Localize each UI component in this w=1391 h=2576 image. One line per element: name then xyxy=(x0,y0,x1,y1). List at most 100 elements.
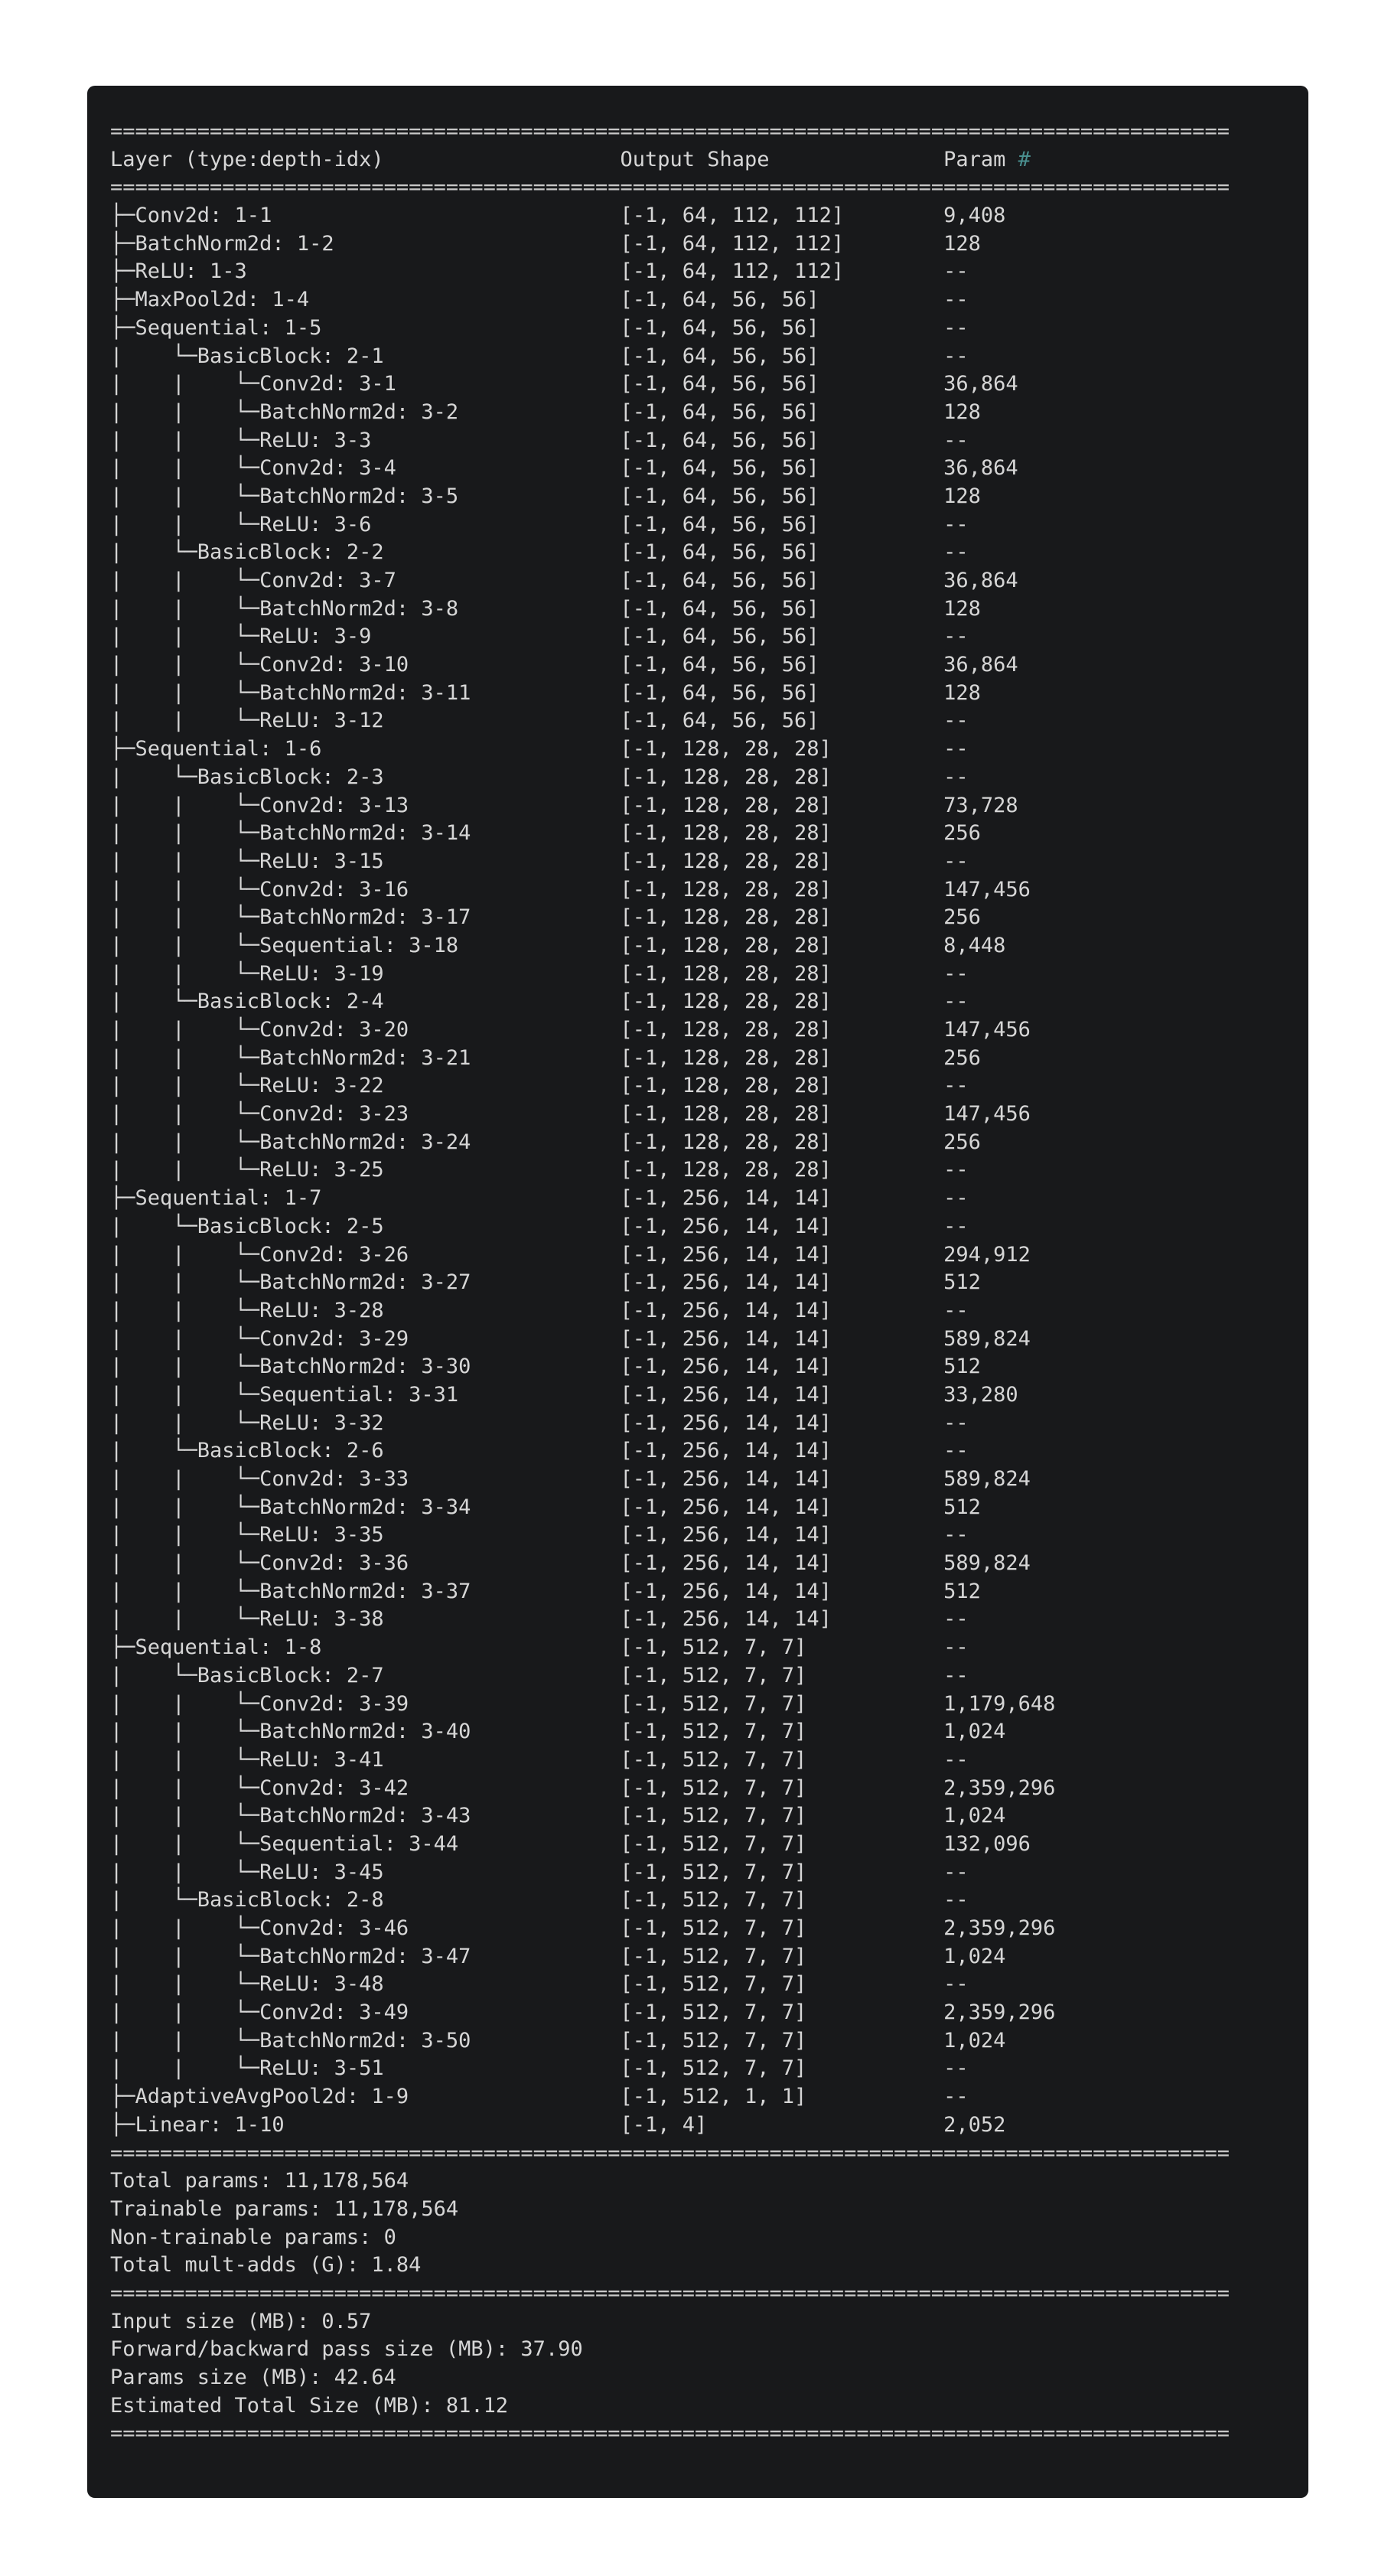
separator-line: ========================================… xyxy=(110,175,1230,200)
table-row: | | └─ReLU: 3-35 [-1, 256, 14, 14] -- xyxy=(110,1521,1308,1550)
param-count: 2,359,296 xyxy=(943,1775,1056,1800)
table-row: | | └─ReLU: 3-32 [-1, 256, 14, 14] -- xyxy=(110,1410,1308,1438)
output-shape: [-1, 64, 112, 112] xyxy=(620,204,944,228)
table-row: | └─BasicBlock: 2-5 [-1, 256, 14, 14] -- xyxy=(110,1213,1308,1241)
table-row: | | └─BatchNorm2d: 3-11 [-1, 64, 56, 56]… xyxy=(110,680,1308,708)
layer-name: | | └─ReLU: 3-41 xyxy=(110,1747,621,1772)
header-output-shape: Output Shape xyxy=(620,147,944,171)
layer-name: | | └─ReLU: 3-9 xyxy=(110,624,621,649)
output-shape: [-1, 64, 56, 56] xyxy=(620,288,944,312)
header-layer: Layer (type:depth-idx) xyxy=(110,147,621,171)
output-shape: [-1, 128, 28, 28] xyxy=(620,1045,944,1070)
layer-name: ├─Linear: 1-10 xyxy=(110,2112,621,2137)
layer-name: | | └─ReLU: 3-6 xyxy=(110,512,621,536)
layer-name: | | └─Conv2d: 3-26 xyxy=(110,1242,621,1267)
param-count: 147,456 xyxy=(943,1102,1031,1127)
output-shape: [-1, 512, 7, 7] xyxy=(620,1747,944,1772)
size-line: Params size (MB): 42.64 xyxy=(110,2366,396,2389)
output-shape: [-1, 64, 56, 56] xyxy=(620,540,944,565)
table-row: | └─BasicBlock: 2-4 [-1, 128, 28, 28] -- xyxy=(110,988,1308,1016)
param-count: 589,824 xyxy=(943,1551,1031,1576)
output-shape: [-1, 256, 14, 14] xyxy=(620,1382,944,1407)
separator-line: ========================================… xyxy=(110,2141,1230,2165)
layer-name: | | └─Sequential: 3-18 xyxy=(110,933,621,957)
output-shape: [-1, 64, 56, 56] xyxy=(620,512,944,536)
table-row: | | └─ReLU: 3-12 [-1, 64, 56, 56] -- xyxy=(110,707,1308,735)
output-shape: [-1, 256, 14, 14] xyxy=(620,1523,944,1547)
output-shape: [-1, 128, 28, 28] xyxy=(620,961,944,986)
param-count: -- xyxy=(943,1410,969,1435)
output-shape: [-1, 128, 28, 28] xyxy=(620,737,944,761)
output-shape: [-1, 128, 28, 28] xyxy=(620,877,944,902)
layer-name: ├─BatchNorm2d: 1-2 xyxy=(110,231,621,256)
param-count: 128 xyxy=(943,231,981,256)
param-count: 256 xyxy=(943,1045,981,1070)
param-count: 147,456 xyxy=(943,1018,1031,1042)
param-count: 128 xyxy=(943,484,981,508)
table-row: | | └─Conv2d: 3-16 [-1, 128, 28, 28] 147… xyxy=(110,876,1308,905)
layer-name: ├─ReLU: 1-3 xyxy=(110,259,621,284)
table-row: ├─Sequential: 1-8 [-1, 512, 7, 7] -- xyxy=(110,1634,1308,1662)
table-row: | └─BasicBlock: 2-8 [-1, 512, 7, 7] -- xyxy=(110,1886,1308,1915)
param-count: -- xyxy=(943,1860,969,1884)
layer-name: ├─Sequential: 1-6 xyxy=(110,737,621,761)
table-row: | | └─BatchNorm2d: 3-30 [-1, 256, 14, 14… xyxy=(110,1353,1308,1381)
output-shape: [-1, 256, 14, 14] xyxy=(620,1551,944,1576)
layer-name: | | └─BatchNorm2d: 3-30 xyxy=(110,1355,621,1379)
param-count: -- xyxy=(943,765,969,789)
table-header: Layer (type:depth-idx) Output Shape Para… xyxy=(110,146,1308,174)
output-shape: [-1, 256, 14, 14] xyxy=(620,1607,944,1632)
output-shape: [-1, 64, 56, 56] xyxy=(620,344,944,368)
table-row: | | └─ReLU: 3-51 [-1, 512, 7, 7] -- xyxy=(110,2055,1308,2083)
output-shape: [-1, 64, 56, 56] xyxy=(620,680,944,705)
layer-name: | └─BasicBlock: 2-5 xyxy=(110,1214,621,1238)
layer-name: | | └─BatchNorm2d: 3-24 xyxy=(110,1130,621,1154)
table-row: ├─Conv2d: 1-1 [-1, 64, 112, 112] 9,408 xyxy=(110,202,1308,230)
layer-name: ├─Sequential: 1-5 xyxy=(110,315,621,340)
layer-name: | | └─Sequential: 3-44 xyxy=(110,1831,621,1856)
output-shape: [-1, 512, 7, 7] xyxy=(620,1972,944,1997)
param-count: 36,864 xyxy=(943,653,1018,677)
table-row: | └─BasicBlock: 2-6 [-1, 256, 14, 14] -- xyxy=(110,1437,1308,1466)
param-count: -- xyxy=(943,1747,969,1772)
layer-name: | └─BasicBlock: 2-2 xyxy=(110,540,621,565)
table-row: ├─ReLU: 1-3 [-1, 64, 112, 112] -- xyxy=(110,258,1308,286)
param-count: 147,456 xyxy=(943,877,1031,902)
layer-name: | | └─BatchNorm2d: 3-37 xyxy=(110,1579,621,1603)
param-count: -- xyxy=(943,1214,969,1238)
param-count: 589,824 xyxy=(943,1326,1031,1351)
summary-line: Total mult-adds (G): 1.84 xyxy=(110,2253,422,2278)
output-shape: [-1, 256, 14, 14] xyxy=(620,1355,944,1379)
layer-name: | | └─Conv2d: 3-10 xyxy=(110,653,621,677)
output-shape: [-1, 64, 56, 56] xyxy=(620,484,944,508)
table-row: | | └─Conv2d: 3-23 [-1, 128, 28, 28] 147… xyxy=(110,1101,1308,1129)
param-count: 1,024 xyxy=(943,1720,1006,1744)
table-row: | | └─Conv2d: 3-10 [-1, 64, 56, 56] 36,8… xyxy=(110,651,1308,680)
layer-name: | | └─Conv2d: 3-20 xyxy=(110,1018,621,1042)
table-row: | | └─BatchNorm2d: 3-14 [-1, 128, 28, 28… xyxy=(110,820,1308,848)
param-count: 294,912 xyxy=(943,1242,1031,1267)
param-count: 1,024 xyxy=(943,2028,1006,2053)
layer-name: | | └─Sequential: 3-31 xyxy=(110,1382,621,1407)
output-shape: [-1, 128, 28, 28] xyxy=(620,990,944,1014)
param-count: -- xyxy=(943,709,969,733)
table-row: | | └─BatchNorm2d: 3-34 [-1, 256, 14, 14… xyxy=(110,1494,1308,1522)
layer-name: | | └─ReLU: 3-45 xyxy=(110,1860,621,1884)
layer-name: | | └─Conv2d: 3-23 xyxy=(110,1102,621,1127)
layer-name: | | └─BatchNorm2d: 3-43 xyxy=(110,1804,621,1828)
output-shape: [-1, 64, 56, 56] xyxy=(620,456,944,481)
param-count: -- xyxy=(943,1158,969,1182)
table-row: | | └─Conv2d: 3-4 [-1, 64, 56, 56] 36,86… xyxy=(110,455,1308,483)
param-count: -- xyxy=(943,1607,969,1632)
param-count: -- xyxy=(943,990,969,1014)
output-shape: [-1, 128, 28, 28] xyxy=(620,1102,944,1127)
table-row: | └─BasicBlock: 2-2 [-1, 64, 56, 56] -- xyxy=(110,539,1308,567)
model-summary-text: ========================================… xyxy=(110,118,1308,2448)
output-shape: [-1, 4] xyxy=(620,2112,944,2137)
layer-name: | | └─Conv2d: 3-36 xyxy=(110,1551,621,1576)
output-shape: [-1, 512, 7, 7] xyxy=(620,2056,944,2081)
layer-name: | | └─ReLU: 3-32 xyxy=(110,1410,621,1435)
size-line: Forward/backward pass size (MB): 37.90 xyxy=(110,2337,583,2362)
table-row: | | └─ReLU: 3-19 [-1, 128, 28, 28] -- xyxy=(110,960,1308,989)
param-count: -- xyxy=(943,1439,969,1463)
